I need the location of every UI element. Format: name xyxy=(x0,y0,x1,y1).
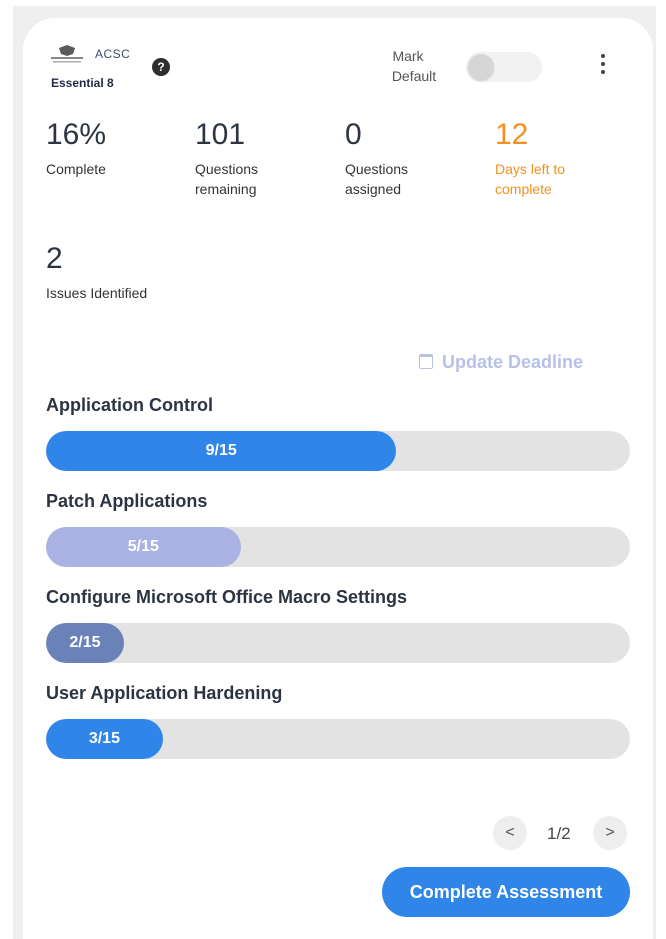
progress-label: 3/15 xyxy=(88,730,120,747)
more-vertical-icon[interactable] xyxy=(591,50,615,80)
previous-page-button[interactable]: < xyxy=(493,816,527,850)
stat-label: Complete xyxy=(46,161,106,177)
stat-value: 0 xyxy=(345,118,362,151)
stat-days-left: 12 Days left to complete xyxy=(495,118,565,199)
logo-text: Essential 8 xyxy=(51,76,114,90)
control-title-application-control: Application Control xyxy=(46,395,213,415)
stat-value: 16% xyxy=(46,118,107,151)
stat-label: Days left to complete xyxy=(495,161,566,197)
control-title-patch-applications: Patch Applications xyxy=(46,491,208,511)
stat-questions-assigned: 0 Questions assigned xyxy=(345,118,408,199)
stat-label: Questions assigned xyxy=(345,161,409,197)
stat-complete: 16% Complete xyxy=(46,118,106,179)
progress-bar-application-control[interactable]: 9/15 xyxy=(46,431,630,471)
stat-label: Issues Identified xyxy=(46,285,148,301)
toggle-knob xyxy=(468,54,494,80)
mark-default-toggle[interactable] xyxy=(466,52,542,82)
progress-bar-office-macro-settings[interactable]: 2/15 xyxy=(46,623,630,663)
progress-fill: 2/15 xyxy=(46,623,124,663)
stat-issues-identified: 2 Issues Identified xyxy=(46,242,147,303)
acsc-wordmark: ACSC xyxy=(95,47,131,61)
progress-label: 2/15 xyxy=(69,634,101,651)
assessment-card: ACSC Essential 8 ? Mark Default 16% Comp… xyxy=(23,18,653,939)
progress-fill: 9/15 xyxy=(46,431,397,471)
progress-fill: 3/15 xyxy=(46,719,163,759)
control-title-office-macro-settings: Configure Microsoft Office Macro Setting… xyxy=(46,587,408,607)
question-icon[interactable]: ? xyxy=(152,58,170,76)
progress-bar-patch-applications[interactable]: 5/15 xyxy=(46,527,630,567)
next-page-button[interactable]: > xyxy=(593,816,627,850)
mark-default-label: Mark Default xyxy=(391,48,437,84)
update-deadline-label: Update Deadline xyxy=(442,352,584,372)
australian-government-crest xyxy=(51,45,83,63)
control-title-user-application-hardening: User Application Hardening xyxy=(46,683,283,703)
progress-label: 9/15 xyxy=(205,442,237,459)
stat-label: Questions remaining xyxy=(195,161,259,197)
progress-label: 5/15 xyxy=(127,538,159,555)
essential-8-logo: ACSC Essential 8 xyxy=(47,44,143,92)
calendar-icon xyxy=(419,353,433,369)
page-indicator: 1/2 xyxy=(547,824,571,843)
stat-questions-remaining: 101 Questions remaining xyxy=(195,118,258,199)
update-deadline-link[interactable]: Update Deadline xyxy=(419,352,583,373)
stat-value: 2 xyxy=(46,242,63,275)
progress-bar-user-application-hardening[interactable]: 3/15 xyxy=(46,719,630,759)
progress-fill: 5/15 xyxy=(46,527,241,567)
stat-value: 12 xyxy=(495,118,529,151)
stat-value: 101 xyxy=(195,118,246,151)
complete-assessment-button[interactable]: Complete Assessment xyxy=(382,867,630,917)
